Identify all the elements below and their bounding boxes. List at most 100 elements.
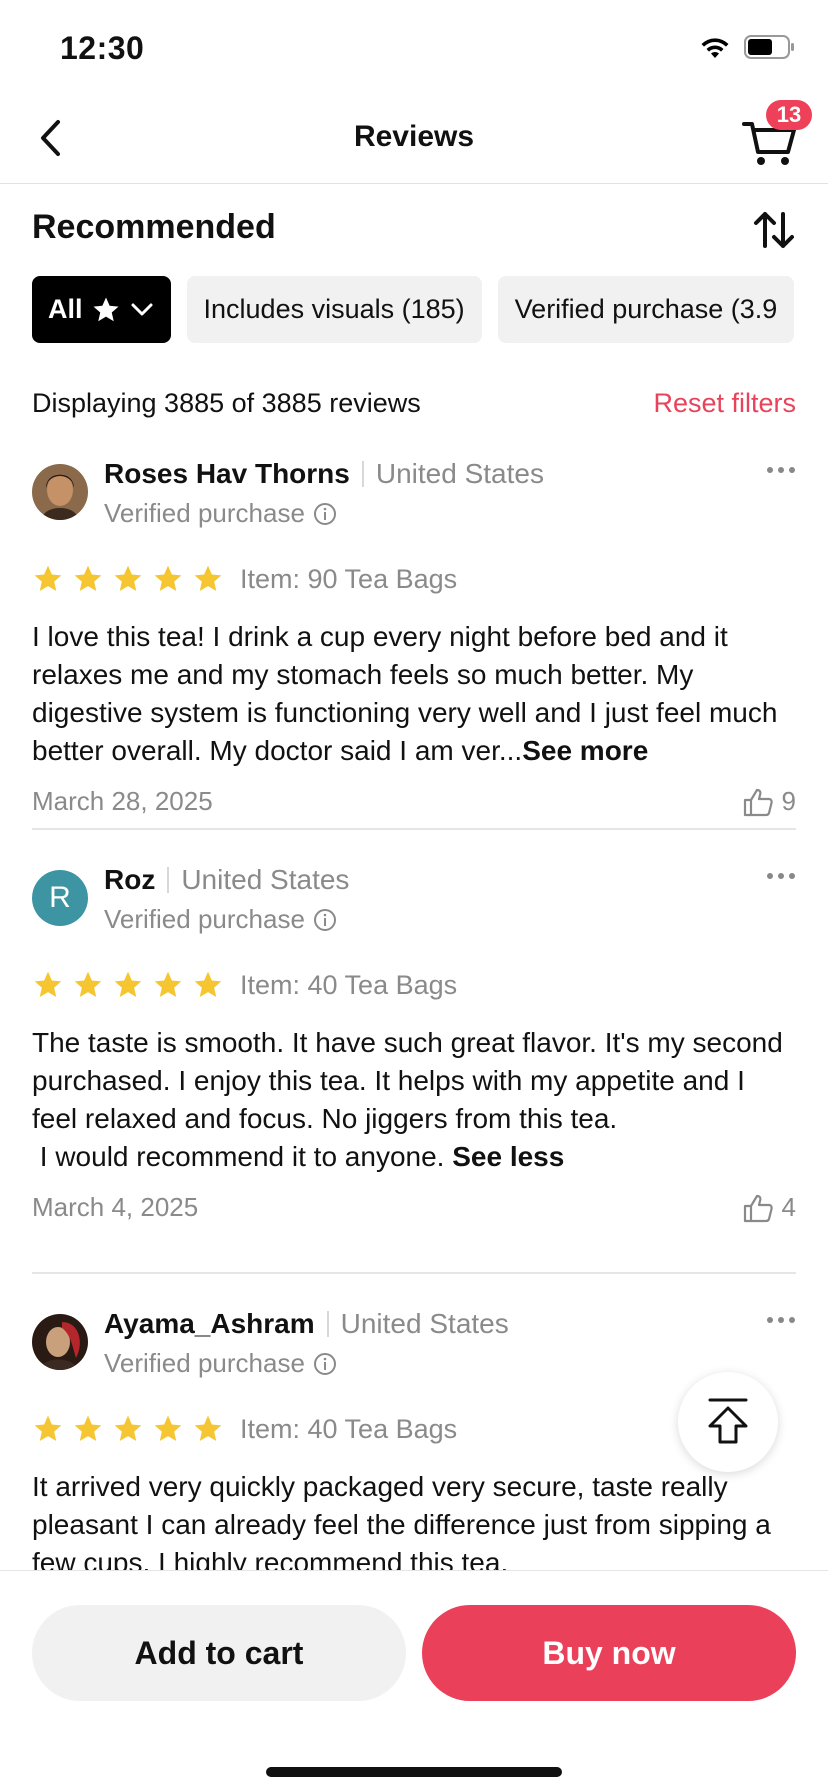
status-bar: 12:30 [0,0,828,92]
info-icon[interactable] [313,908,337,932]
rating-row: Item: 90 Tea Bags [32,554,796,604]
home-indicator [266,1767,562,1777]
see-less-link[interactable]: See less [452,1141,564,1172]
reviewer-info: Roses Hav Thorns United States Verified … [104,458,544,529]
star-icon [74,565,102,591]
reviewer-name[interactable]: Roses Hav Thorns [104,458,350,490]
nav-bar: Reviews [0,92,828,184]
item-variant: Item: 40 Tea Bags [240,1413,458,1444]
verified-label: Verified purchase [104,904,305,934]
review-body-line: The taste is smooth. It have such great … [32,1027,783,1134]
divider [167,867,170,893]
star-icon [154,971,182,997]
star-icon [74,971,102,997]
avatar[interactable] [32,464,88,520]
review-header: R Roz United States Verified purchase [32,864,796,960]
reviewer-info: Roz United States Verified purchase [104,864,349,935]
reviewer-name[interactable]: Roz [104,864,155,896]
star-icon [114,971,142,997]
star-icon [194,565,222,591]
filter-chip-verified[interactable]: Verified purchase (3.9 [497,276,795,343]
star-icon [154,1415,182,1441]
reviewer-name[interactable]: Ayama_Ashram [104,1308,315,1340]
review-header: Roses Hav Thorns United States Verified … [32,458,796,554]
avatar[interactable] [32,1314,88,1370]
filter-chip-visuals[interactable]: Includes visuals (185) [186,276,482,343]
star-rating [32,563,224,595]
review-text: I love this tea! I drink a cup every nig… [32,618,796,770]
review-meta: March 4, 2025 4 [32,1192,796,1223]
page-title: Reviews [353,120,475,153]
thumbs-up-icon [743,788,773,816]
review-text: It arrived very quickly packaged very se… [32,1471,771,1570]
verified-label: Verified purchase [104,1348,305,1378]
rating-row: Item: 40 Tea Bags [32,960,796,1010]
star-icon [34,565,62,591]
add-to-cart-button[interactable]: Add to cart [32,1605,406,1701]
star-icon [194,1415,222,1441]
sort-title: Recommended [32,208,276,246]
review-date: March 4, 2025 [32,1192,199,1222]
star-icon [154,565,182,591]
star-icon [114,1415,142,1441]
like-button[interactable]: 9 [742,786,796,817]
star-icon [74,1415,102,1441]
like-button[interactable]: 4 [742,1192,796,1223]
star-rating [32,1413,224,1445]
review-text: The taste is smooth. It have such great … [32,1024,796,1176]
divider [326,1311,329,1337]
cart-count-badge: 13 [766,100,812,130]
divider [361,461,364,487]
sort-row: Recommended [32,208,796,252]
more-options-icon[interactable] [766,460,796,480]
review-date: March 28, 2025 [32,786,213,816]
info-icon[interactable] [313,1352,337,1376]
more-options-icon[interactable] [766,866,796,886]
star-icon [34,1415,62,1441]
item-variant: Item: 40 Tea Bags [240,969,458,1000]
sort-arrows-icon [754,212,794,248]
filter-chips: All Includes visuals (185) Verified purc… [32,276,828,343]
review-item: R Roz United States Verified purchase It… [32,864,796,1223]
star-rating [32,969,224,1001]
star-icon [194,971,222,997]
reviewer-country: United States [375,458,544,489]
like-count: 9 [781,786,796,816]
review-body-end: I would recommend it to anyone. [32,1141,453,1172]
more-options-icon[interactable] [766,1310,796,1330]
star-icon [114,565,142,591]
reviewer-country: United States [340,1308,509,1339]
reviewer-country: United States [181,864,350,895]
info-icon[interactable] [313,502,337,526]
like-count: 4 [781,1192,796,1222]
review-header: Ayama_Ashram United States Verified purc… [32,1308,796,1404]
star-icon [34,971,62,997]
review-body-line: I would recommend it to anyone. See less [32,1138,796,1176]
buy-now-button[interactable]: Buy now [422,1605,796,1701]
verified-purchase: Verified purchase [104,1348,509,1379]
verified-purchase: Verified purchase [104,498,544,529]
battery-icon [744,35,794,59]
star-icon [93,297,119,321]
bottom-action-bar: Add to cart Buy now [0,1570,828,1792]
scroll-to-top-button[interactable] [678,1372,778,1472]
review-body: I love this tea! I drink a cup every nig… [32,621,778,766]
item-variant: Item: 90 Tea Bags [240,563,458,594]
avatar[interactable]: R [32,870,88,926]
status-time: 12:30 [60,30,145,66]
filter-chip-label: All [48,294,83,324]
reset-filters-link[interactable]: Reset filters [653,388,796,419]
review-meta: March 28, 2025 9 [32,786,796,817]
wifi-icon [701,38,729,58]
filter-chip-all[interactable]: All [32,276,171,343]
summary-row: Displaying 3885 of 3885 reviews Reset fi… [32,388,796,419]
review-divider [32,828,796,830]
review-divider [32,1272,796,1274]
chevron-down-icon [131,303,153,315]
reviewer-info: Ayama_Ashram United States Verified purc… [104,1308,509,1379]
review-item: Roses Hav Thorns United States Verified … [32,458,796,817]
sort-button[interactable] [752,208,796,252]
verified-purchase: Verified purchase [104,904,349,935]
see-more-link[interactable]: See more [522,735,648,766]
thumbs-up-icon [743,1194,773,1222]
